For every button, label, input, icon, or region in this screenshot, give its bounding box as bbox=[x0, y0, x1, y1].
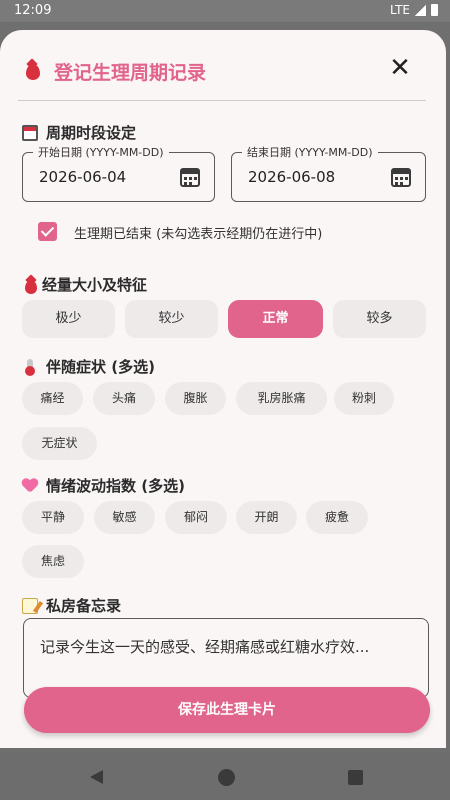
heart-icon bbox=[22, 479, 38, 493]
symptom-chip-cramps[interactable]: 痛经 bbox=[22, 382, 83, 415]
end-date-picker-icon[interactable] bbox=[391, 168, 411, 187]
end-date-value[interactable]: 2026-06-08 bbox=[248, 168, 335, 186]
calendar-icon bbox=[22, 124, 38, 141]
status-time: 12:09 bbox=[14, 3, 52, 18]
network-label: LTE bbox=[390, 3, 410, 17]
mood-chip-cheerful[interactable]: 开朗 bbox=[236, 501, 297, 534]
status-bar: 12:09 LTE bbox=[0, 0, 450, 22]
recent-apps-icon[interactable] bbox=[348, 770, 363, 785]
moods-section-title: 情绪波动指数 (多选) bbox=[22, 475, 185, 496]
battery-icon bbox=[431, 4, 438, 16]
home-icon[interactable] bbox=[218, 769, 235, 786]
symptoms-section-title: 伴随症状 (多选) bbox=[22, 356, 155, 377]
sheet-header: 登记生理周期记录 ✕ bbox=[0, 30, 446, 100]
moods-section-label: 情绪波动指数 (多选) bbox=[46, 477, 185, 495]
blood-drop-icon bbox=[25, 279, 37, 294]
period-section-title: 周期时段设定 bbox=[22, 122, 136, 143]
header-divider bbox=[18, 100, 426, 101]
end-date-label: 结束日期 (YYYY-MM-DD) bbox=[242, 144, 378, 160]
back-icon[interactable] bbox=[90, 770, 103, 784]
start-date-value[interactable]: 2026-06-04 bbox=[39, 168, 126, 186]
mood-chip-tired[interactable]: 疲惫 bbox=[306, 501, 368, 534]
symptom-chip-headache[interactable]: 头痛 bbox=[93, 382, 155, 415]
period-record-sheet: 登记生理周期记录 ✕ 周期时段设定 开始日期 (YYYY-MM-DD) 2026… bbox=[0, 30, 446, 748]
symptom-chip-acne[interactable]: 粉刺 bbox=[334, 382, 394, 415]
flow-option-heavy[interactable]: 较多 bbox=[333, 300, 426, 338]
symptom-chip-none[interactable]: 无症状 bbox=[22, 427, 97, 460]
status-icons: LTE bbox=[390, 3, 438, 17]
start-date-field[interactable]: 开始日期 (YYYY-MM-DD) 2026-06-04 bbox=[22, 144, 215, 202]
flow-option-very-light[interactable]: 极少 bbox=[22, 300, 115, 338]
save-card-button[interactable]: 保存此生理卡片 bbox=[24, 687, 430, 733]
close-icon[interactable]: ✕ bbox=[386, 54, 414, 82]
mood-chip-anxious[interactable]: 焦虑 bbox=[22, 545, 84, 578]
thermometer-icon bbox=[25, 358, 35, 376]
period-ended-label[interactable]: 生理期已结束 (未勾选表示经期仍在进行中) bbox=[74, 223, 322, 242]
period-section-label: 周期时段设定 bbox=[46, 124, 137, 142]
start-date-label: 开始日期 (YYYY-MM-DD) bbox=[33, 144, 169, 160]
memo-section-title: 私房备忘录 bbox=[22, 595, 121, 616]
flow-section-label: 经量大小及特征 bbox=[42, 276, 148, 294]
blood-drop-icon bbox=[26, 64, 40, 80]
end-date-field[interactable]: 结束日期 (YYYY-MM-DD) 2026-06-08 bbox=[231, 144, 426, 202]
symptoms-section-label: 伴随症状 (多选) bbox=[46, 358, 155, 376]
flow-section-title: 经量大小及特征 bbox=[22, 274, 147, 295]
system-nav-bar bbox=[0, 752, 450, 800]
signal-icon bbox=[415, 4, 426, 16]
symptom-chip-breast-pain[interactable]: 乳房胀痛 bbox=[236, 382, 327, 415]
mood-chip-gloomy[interactable]: 郁闷 bbox=[165, 501, 227, 534]
memo-icon bbox=[22, 597, 38, 614]
start-date-picker-icon[interactable] bbox=[180, 168, 200, 187]
flow-option-normal[interactable]: 正常 bbox=[228, 300, 323, 338]
flow-option-light[interactable]: 较少 bbox=[125, 300, 218, 338]
period-ended-checkbox[interactable] bbox=[38, 222, 57, 241]
memo-section-label: 私房备忘录 bbox=[46, 597, 122, 615]
mood-chip-calm[interactable]: 平静 bbox=[22, 501, 84, 534]
symptom-chip-bloating[interactable]: 腹胀 bbox=[165, 382, 226, 415]
sheet-title: 登记生理周期记录 bbox=[54, 62, 207, 84]
mood-chip-sensitive[interactable]: 敏感 bbox=[94, 501, 155, 534]
memo-textarea[interactable]: 记录今生这一天的感受、经期痛感或红糖水疗效... bbox=[23, 618, 429, 698]
